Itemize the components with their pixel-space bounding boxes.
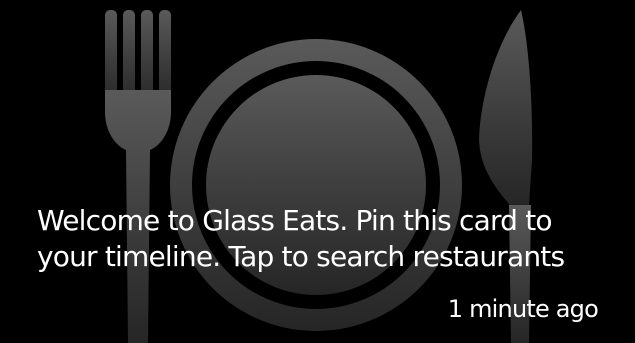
card-message: Welcome to Glass Eats. Pin this card to …	[37, 204, 565, 273]
plate-icon	[170, 39, 462, 331]
fork-icon	[105, 10, 171, 343]
card-timestamp: 1 minute ago	[447, 295, 599, 323]
glass-eats-card[interactable]: Welcome to Glass Eats. Pin this card to …	[0, 0, 635, 343]
table-setting-illustration	[105, 10, 533, 343]
